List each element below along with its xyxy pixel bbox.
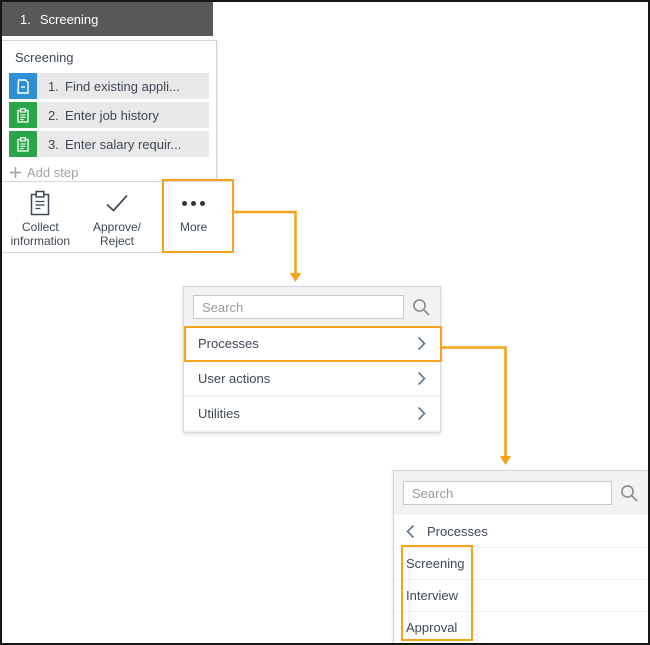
ellipsis-icon [182, 191, 206, 215]
plus-icon [9, 166, 22, 179]
chevron-right-icon [417, 336, 426, 351]
processes-submenu: Processes Screening Interview Approval [393, 470, 648, 643]
stage-title: Screening [39, 11, 99, 27]
approve-reject-button[interactable]: Approve/ Reject [78, 182, 156, 252]
document-icon [9, 73, 37, 99]
search-input[interactable] [193, 295, 404, 319]
process-item-label: Interview [406, 588, 459, 603]
collect-information-button[interactable]: Collect information [2, 182, 79, 252]
back-to-processes[interactable]: Processes [394, 515, 648, 547]
collect-information-label: Collect information [10, 220, 71, 248]
step-number: 3. [48, 136, 59, 152]
process-item-approval[interactable]: Approval [394, 612, 648, 643]
menu-item-label: Utilities [198, 406, 240, 421]
step-label: Enter salary requir... [65, 136, 182, 152]
back-label: Processes [427, 523, 488, 539]
menu-item-user-actions[interactable]: User actions [184, 362, 440, 395]
menu-item-utilities[interactable]: Utilities [184, 397, 440, 430]
search-icon[interactable] [620, 484, 639, 503]
process-item-label: Screening [406, 556, 465, 571]
check-icon [104, 191, 130, 215]
step-row-enter-job-history[interactable]: 2. Enter job history [9, 102, 209, 128]
process-item-interview[interactable]: Interview [394, 580, 648, 611]
step-number: 2. [48, 107, 59, 123]
menu-item-label: Processes [198, 336, 259, 351]
step-type-toolbar: Collect information Approve/ Reject More [2, 181, 233, 253]
search-input[interactable] [403, 481, 612, 505]
step-row-find-existing[interactable]: 1. Find existing appli... [9, 73, 209, 99]
step-label: Enter job history [65, 107, 159, 123]
more-button[interactable]: More [155, 182, 233, 252]
process-item-screening[interactable]: Screening [394, 548, 648, 579]
submenu-search-row [394, 471, 648, 515]
add-step-label: Add step [27, 164, 79, 180]
clipboard-icon [9, 102, 37, 128]
process-item-label: Approval [406, 620, 458, 635]
step-type-menu: Processes User actions Utilities [183, 286, 441, 433]
approve-reject-label: Approve/ Reject [92, 220, 142, 248]
chevron-right-icon [417, 406, 426, 421]
arrow-down-icon [289, 273, 302, 282]
stage-header-screening[interactable]: 1. Screening [2, 2, 213, 36]
clipboard-icon [28, 190, 52, 216]
menu-item-processes[interactable]: Processes [184, 327, 440, 360]
clipboard-icon [9, 131, 37, 157]
steps-list: 1. Find existing appli... 2. Enter job h… [2, 73, 216, 157]
menu-search-row [184, 287, 440, 327]
chevron-left-icon [406, 524, 415, 539]
step-row-enter-salary[interactable]: 3. Enter salary requir... [9, 131, 209, 157]
case-designer-screenshot: 1. Screening Screening 1. Find existing … [0, 0, 650, 645]
arrow-down-icon [499, 456, 512, 465]
step-label: Find existing appli... [65, 78, 180, 94]
steps-panel: Screening 1. Find existing appli... 2. E… [2, 40, 217, 184]
chevron-right-icon [417, 371, 426, 386]
more-label: More [180, 220, 208, 234]
step-number: 1. [48, 78, 59, 94]
search-icon[interactable] [412, 298, 431, 317]
menu-item-label: User actions [198, 371, 271, 386]
stage-number: 1. [20, 11, 31, 27]
steps-panel-title: Screening [15, 50, 74, 65]
